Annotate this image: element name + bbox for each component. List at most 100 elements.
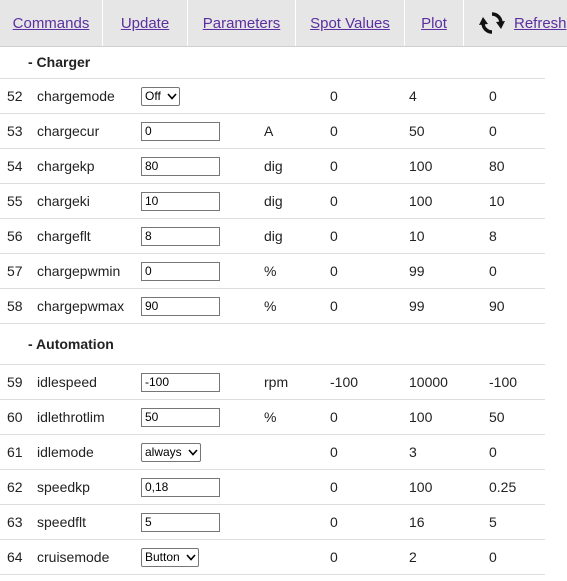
nav-plot: Plot [405, 0, 464, 46]
param-number: 62 [7, 479, 23, 495]
param-max: 100 [409, 409, 433, 425]
chargepwmin-input[interactable] [141, 261, 220, 281]
param-number: 58 [7, 298, 23, 314]
param-name: chargemode [37, 88, 115, 104]
param-row-chargekp: 54 chargekp dig 0 100 80 [0, 149, 545, 184]
param-unit: rpm [264, 374, 289, 390]
param-number: 55 [7, 193, 23, 209]
param-row-chargecur: 53 chargecur A 0 50 0 [0, 114, 545, 149]
param-row-chargeki: 55 chargeki dig 0 100 10 [0, 184, 545, 219]
parameters-link[interactable]: Parameters [203, 15, 281, 32]
chargemode-select[interactable]: Off [141, 86, 180, 106]
param-max: 10000 [409, 374, 448, 390]
param-row-speedflt: 63 speedflt 0 16 5 [0, 505, 545, 540]
param-min: 0 [330, 298, 338, 314]
param-max: 3 [409, 444, 417, 460]
param-number: 63 [7, 514, 23, 530]
param-max: 10 [409, 228, 425, 244]
chargecur-input[interactable] [141, 121, 220, 141]
param-default: 0 [489, 88, 497, 104]
param-max: 100 [409, 479, 433, 495]
param-min: 0 [330, 549, 338, 565]
param-max: 99 [409, 263, 425, 279]
param-unit: A [264, 123, 274, 139]
param-row-chargepwmax: 58 chargepwmax% 0 99 90 [0, 289, 545, 324]
idlespeed-input[interactable] [141, 372, 220, 392]
idlethrotlim-input[interactable] [141, 407, 220, 427]
select-value: always [145, 445, 182, 459]
update-link[interactable]: Update [121, 15, 169, 32]
param-name: idlespeed [37, 374, 97, 390]
param-unit: % [264, 298, 277, 314]
nav-parameters: Parameters [188, 0, 296, 46]
param-name: chargekp [37, 158, 95, 174]
param-min: 0 [330, 514, 338, 530]
param-min: 0 [330, 444, 338, 460]
param-name: chargepwmin [37, 263, 121, 279]
chargeflt-input[interactable] [141, 226, 220, 246]
param-number: 53 [7, 123, 23, 139]
refresh-link[interactable]: Refresh [514, 15, 567, 32]
section-header: - Automation [0, 324, 545, 365]
param-default: 0.25 [489, 479, 517, 495]
cruisemode-select[interactable]: Button [141, 547, 199, 567]
param-min: 0 [330, 158, 338, 174]
param-default: 80 [489, 158, 505, 174]
param-default: 0 [489, 123, 497, 139]
param-min: 0 [330, 479, 338, 495]
param-number: 52 [7, 88, 23, 104]
param-row-speedkp: 62 speedkp 0 100 0.25 [0, 470, 545, 505]
param-number: 54 [7, 158, 23, 174]
chevron-down-icon [188, 448, 198, 456]
speedkp-input[interactable] [141, 477, 220, 497]
param-max: 2 [409, 549, 417, 565]
param-unit: % [264, 409, 277, 425]
idlemode-select[interactable]: always [141, 442, 201, 462]
param-row-cruisemode: 64 cruisemode Button 0 2 0 [0, 540, 545, 575]
section-header: - Charger [0, 46, 545, 79]
nav-refresh: Refresh [464, 0, 567, 46]
param-name: chargepwmax [37, 298, 125, 314]
chevron-down-icon [167, 92, 177, 100]
speedflt-input[interactable] [141, 512, 220, 532]
chargeki-input[interactable] [141, 191, 220, 211]
param-name: idlethrotlim [37, 409, 105, 425]
select-value: Off [145, 89, 161, 103]
param-name: speedflt [37, 514, 87, 530]
param-name: cruisemode [37, 549, 110, 565]
param-name: chargeflt [37, 228, 91, 244]
param-min: 0 [330, 88, 338, 104]
nav-spot-values: Spot Values [296, 0, 405, 46]
parameters-table: - Charger52chargemodeOff04053chargecurA0… [0, 46, 545, 575]
spot-values-link[interactable]: Spot Values [310, 15, 390, 32]
chargekp-input[interactable] [141, 156, 220, 176]
chargepwmax-input[interactable] [141, 296, 220, 316]
param-number: 61 [7, 444, 23, 460]
plot-link[interactable]: Plot [421, 15, 447, 32]
param-number: 59 [7, 374, 23, 390]
nav-update: Update [103, 0, 188, 46]
param-min: 0 [330, 193, 338, 209]
param-default: 50 [489, 409, 505, 425]
param-number: 56 [7, 228, 23, 244]
param-unit: dig [264, 158, 283, 174]
param-row-chargeflt: 56 chargeflt dig 0 10 8 [0, 219, 545, 254]
param-max: 4 [409, 88, 417, 104]
top-nav: Commands Update Parameters Spot Values P… [0, 0, 567, 47]
param-max: 99 [409, 298, 425, 314]
param-min: 0 [330, 228, 338, 244]
param-default: 0 [489, 549, 497, 565]
param-default: 90 [489, 298, 505, 314]
param-unit: dig [264, 228, 283, 244]
refresh-icon[interactable] [478, 9, 506, 37]
param-max: 100 [409, 158, 433, 174]
param-default: 0 [489, 444, 497, 460]
param-row-chargemode: 52 chargemode Off 0 4 0 [0, 79, 545, 114]
param-max: 16 [409, 514, 425, 530]
select-value: Button [145, 550, 180, 564]
param-default: -100 [489, 374, 518, 390]
commands-link[interactable]: Commands [13, 15, 90, 32]
param-name: speedkp [37, 479, 90, 495]
param-min: 0 [330, 123, 338, 139]
param-unit: % [264, 263, 277, 279]
